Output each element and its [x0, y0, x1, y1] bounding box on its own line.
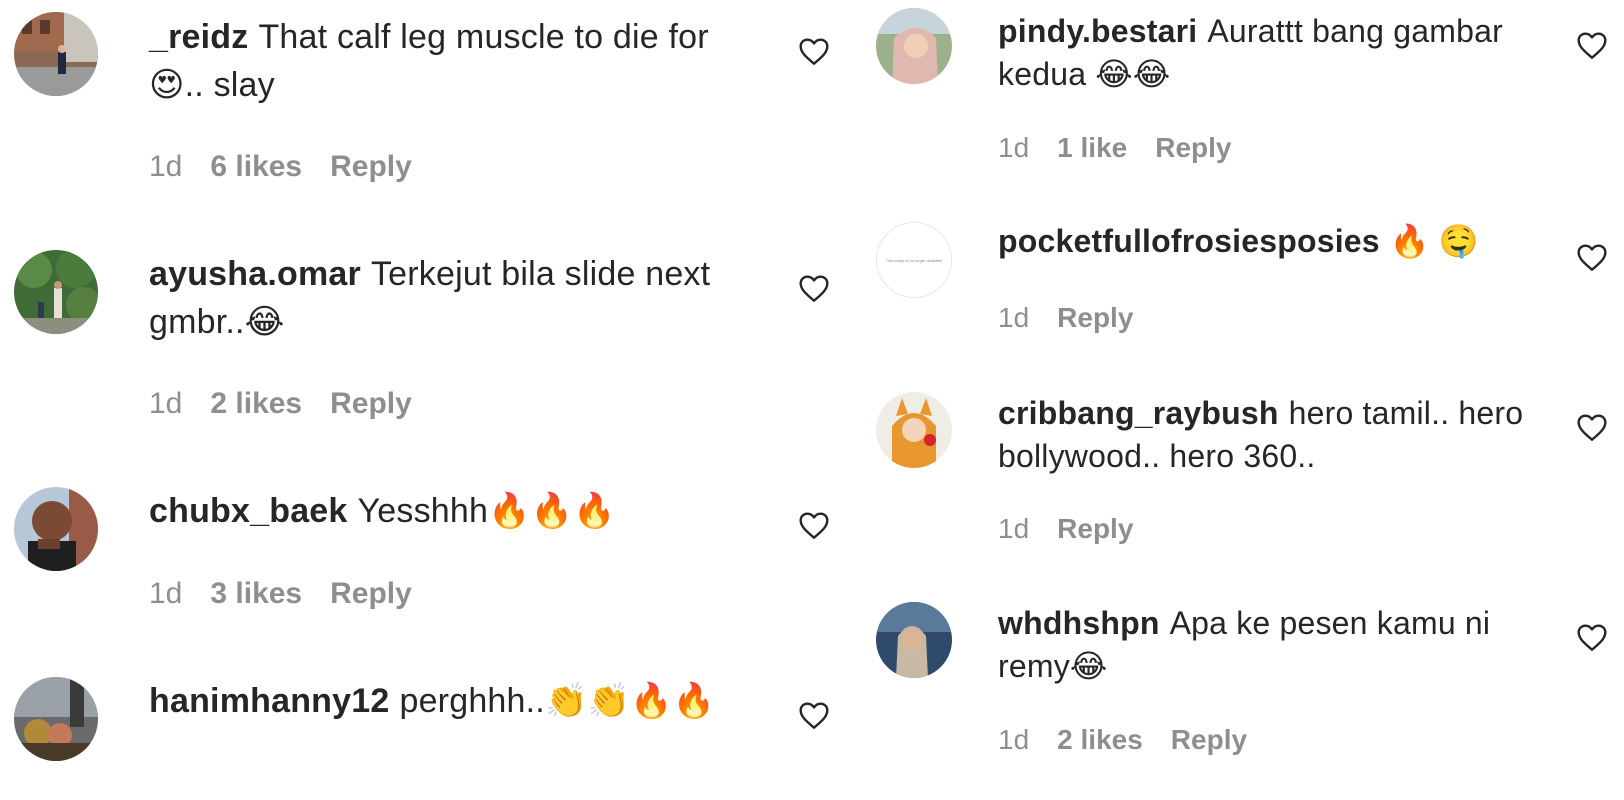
heart-outline-icon[interactable] [798, 273, 830, 303]
heart-outline-icon[interactable] [1576, 412, 1608, 442]
reply-button[interactable]: Reply [1057, 302, 1133, 334]
heart-outline-icon[interactable] [1576, 622, 1608, 652]
reply-button[interactable]: Reply [330, 387, 412, 421]
reply-button[interactable]: Reply [1171, 724, 1247, 756]
comment-username[interactable]: pindy.bestari [998, 13, 1197, 49]
comment-body: Yesshhh🔥🔥🔥 [357, 492, 616, 530]
comment-time: 1d [998, 302, 1030, 333]
avatar-caption: This image is no longer available [886, 258, 942, 263]
comment-body: 🔥 🤤 [1389, 223, 1479, 259]
user-avatar-unavailable[interactable]: This image is no longer available [876, 222, 952, 298]
comment-text: ayusha.omar Terkejut bila slide next gmbr… [149, 250, 719, 346]
comment-body: perghhh..👏👏🔥🔥 [399, 682, 716, 720]
comment-likes[interactable]: 2 likes [1057, 724, 1143, 756]
comment-time: 1d [998, 513, 1030, 544]
comment-username[interactable]: hanimhanny12 [149, 682, 389, 720]
reply-button[interactable]: Reply [1057, 513, 1133, 545]
comment-text: chubx_baek Yesshhh🔥🔥🔥 [149, 487, 719, 535]
comment-text: whdhshpn Apa ke pesen kamu ni remy😂 [998, 602, 1538, 688]
user-avatar[interactable] [876, 8, 952, 84]
heart-outline-icon[interactable] [798, 700, 830, 730]
comment-meta: 1d Reply [998, 302, 1133, 334]
comment-username[interactable]: whdhshpn [998, 605, 1160, 641]
comment-time: 1d [998, 132, 1030, 163]
comment-likes[interactable]: 3 likes [210, 577, 302, 611]
reply-button[interactable]: Reply [1155, 132, 1231, 164]
user-avatar[interactable] [14, 487, 98, 571]
comment-meta: 1d Reply [998, 513, 1133, 545]
comment-username[interactable]: pocketfullofrosiesposies [998, 223, 1380, 259]
comment-likes[interactable]: 6 likes [210, 150, 302, 184]
user-avatar[interactable] [876, 392, 952, 468]
reply-button[interactable]: Reply [330, 577, 412, 611]
comment-time: 1d [149, 577, 183, 610]
comment-meta: 1d 6 likes Reply [149, 150, 412, 184]
comment-username[interactable]: chubx_baek [149, 492, 348, 530]
heart-outline-icon[interactable] [798, 36, 830, 66]
comment-time: 1d [149, 387, 183, 420]
comment-username[interactable]: _reidz [149, 18, 248, 56]
user-avatar[interactable] [14, 12, 98, 96]
comment-likes[interactable]: 2 likes [210, 387, 302, 421]
user-avatar[interactable] [14, 677, 98, 761]
comment-meta: 1d 3 likes Reply [149, 577, 412, 611]
comment-meta: 1d 2 likes Reply [998, 724, 1247, 756]
comment-username[interactable]: cribbang_raybush [998, 395, 1279, 431]
heart-outline-icon[interactable] [1576, 30, 1608, 60]
comment-meta: 1d 1 like Reply [998, 132, 1231, 164]
comment-time: 1d [998, 724, 1030, 755]
user-avatar[interactable] [14, 250, 98, 334]
reply-button[interactable]: Reply [330, 150, 412, 184]
heart-outline-icon[interactable] [798, 510, 830, 540]
heart-outline-icon[interactable] [1576, 242, 1608, 272]
comment-username[interactable]: ayusha.omar [149, 255, 361, 293]
comment-text: _reidz That calf leg muscle to die for 😍.… [149, 13, 719, 109]
comment-text: pocketfullofrosiesposies 🔥 🤤 [998, 220, 1538, 263]
comment-meta: 1d 2 likes Reply [149, 387, 412, 421]
comment-text: hanimhanny12 perghhh..👏👏🔥🔥 [149, 677, 719, 725]
user-avatar[interactable] [876, 602, 952, 678]
comment-text: cribbang_raybush hero tamil.. hero bollyw… [998, 392, 1538, 478]
comment-text: pindy.bestari Aurattt bang gambar kedua 😂… [998, 10, 1538, 96]
comment-time: 1d [149, 150, 183, 183]
comment-likes[interactable]: 1 like [1057, 132, 1127, 164]
